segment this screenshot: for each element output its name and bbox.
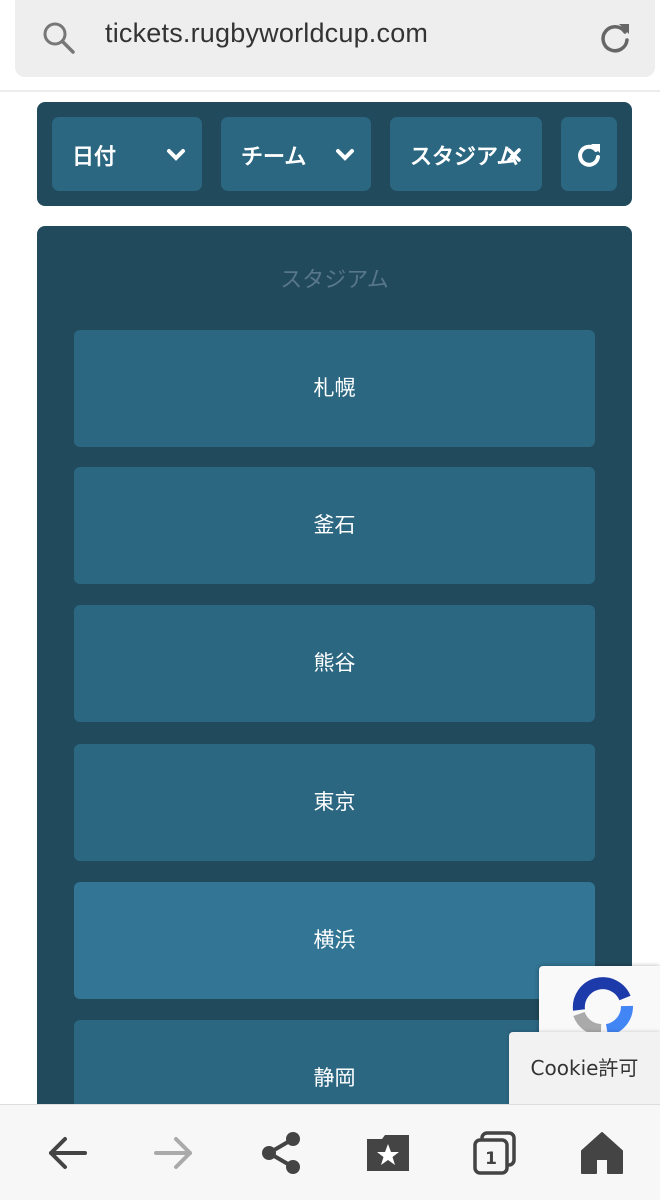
tabs-count: 1 [485, 1149, 497, 1169]
bottom-nav-bar: 1 [0, 1104, 660, 1200]
tabs-icon: 1 [473, 1131, 516, 1175]
date-filter-label: 日付 [72, 145, 117, 170]
tabs-button[interactable]: 1 [470, 1129, 518, 1177]
stadium-filter-label: スタジアム [410, 145, 519, 170]
chevron-down-icon [167, 149, 185, 161]
back-button[interactable] [43, 1129, 91, 1177]
stadium-option-yokohama[interactable]: 横浜 [74, 882, 595, 999]
team-filter-button[interactable]: チーム [221, 117, 371, 191]
back-icon [49, 1137, 87, 1169]
refresh-icon [578, 144, 600, 167]
forward-button[interactable] [150, 1129, 198, 1177]
stadium-option-sapporo[interactable]: 札幌 [74, 330, 595, 447]
stadium-option-kumagaya[interactable]: 熊谷 [74, 605, 595, 722]
date-filter-button[interactable]: 日付 [52, 117, 202, 191]
team-filter-label: チーム [241, 145, 307, 170]
filter-bar: 日付 チーム スタジアム [37, 102, 632, 206]
home-icon [581, 1132, 623, 1174]
search-icon [43, 22, 75, 54]
share-button[interactable] [257, 1129, 305, 1177]
stadium-filter-button[interactable]: スタジアム [390, 117, 542, 191]
forward-icon [154, 1137, 192, 1169]
address-bar[interactable]: tickets.rugbyworldcup.com [15, 0, 655, 77]
reload-icon[interactable] [597, 20, 633, 56]
divider [0, 90, 660, 92]
reset-filter-button[interactable] [561, 117, 617, 191]
bookmarks-icon [367, 1135, 409, 1171]
chevron-down-icon [336, 149, 354, 161]
share-icon [262, 1132, 300, 1174]
bookmarks-button[interactable] [364, 1129, 412, 1177]
stadium-option-tokyo[interactable]: 東京 [74, 744, 595, 861]
panel-title: スタジアム [280, 268, 389, 293]
close-icon [507, 148, 521, 162]
stadium-option-kamaishi[interactable]: 釜石 [74, 467, 595, 584]
home-button[interactable] [578, 1129, 626, 1177]
url-text[interactable]: tickets.rugbyworldcup.com [105, 18, 428, 49]
recaptcha-icon [572, 977, 633, 1036]
cookie-allow-button[interactable]: Cookie許可 [509, 1032, 660, 1104]
